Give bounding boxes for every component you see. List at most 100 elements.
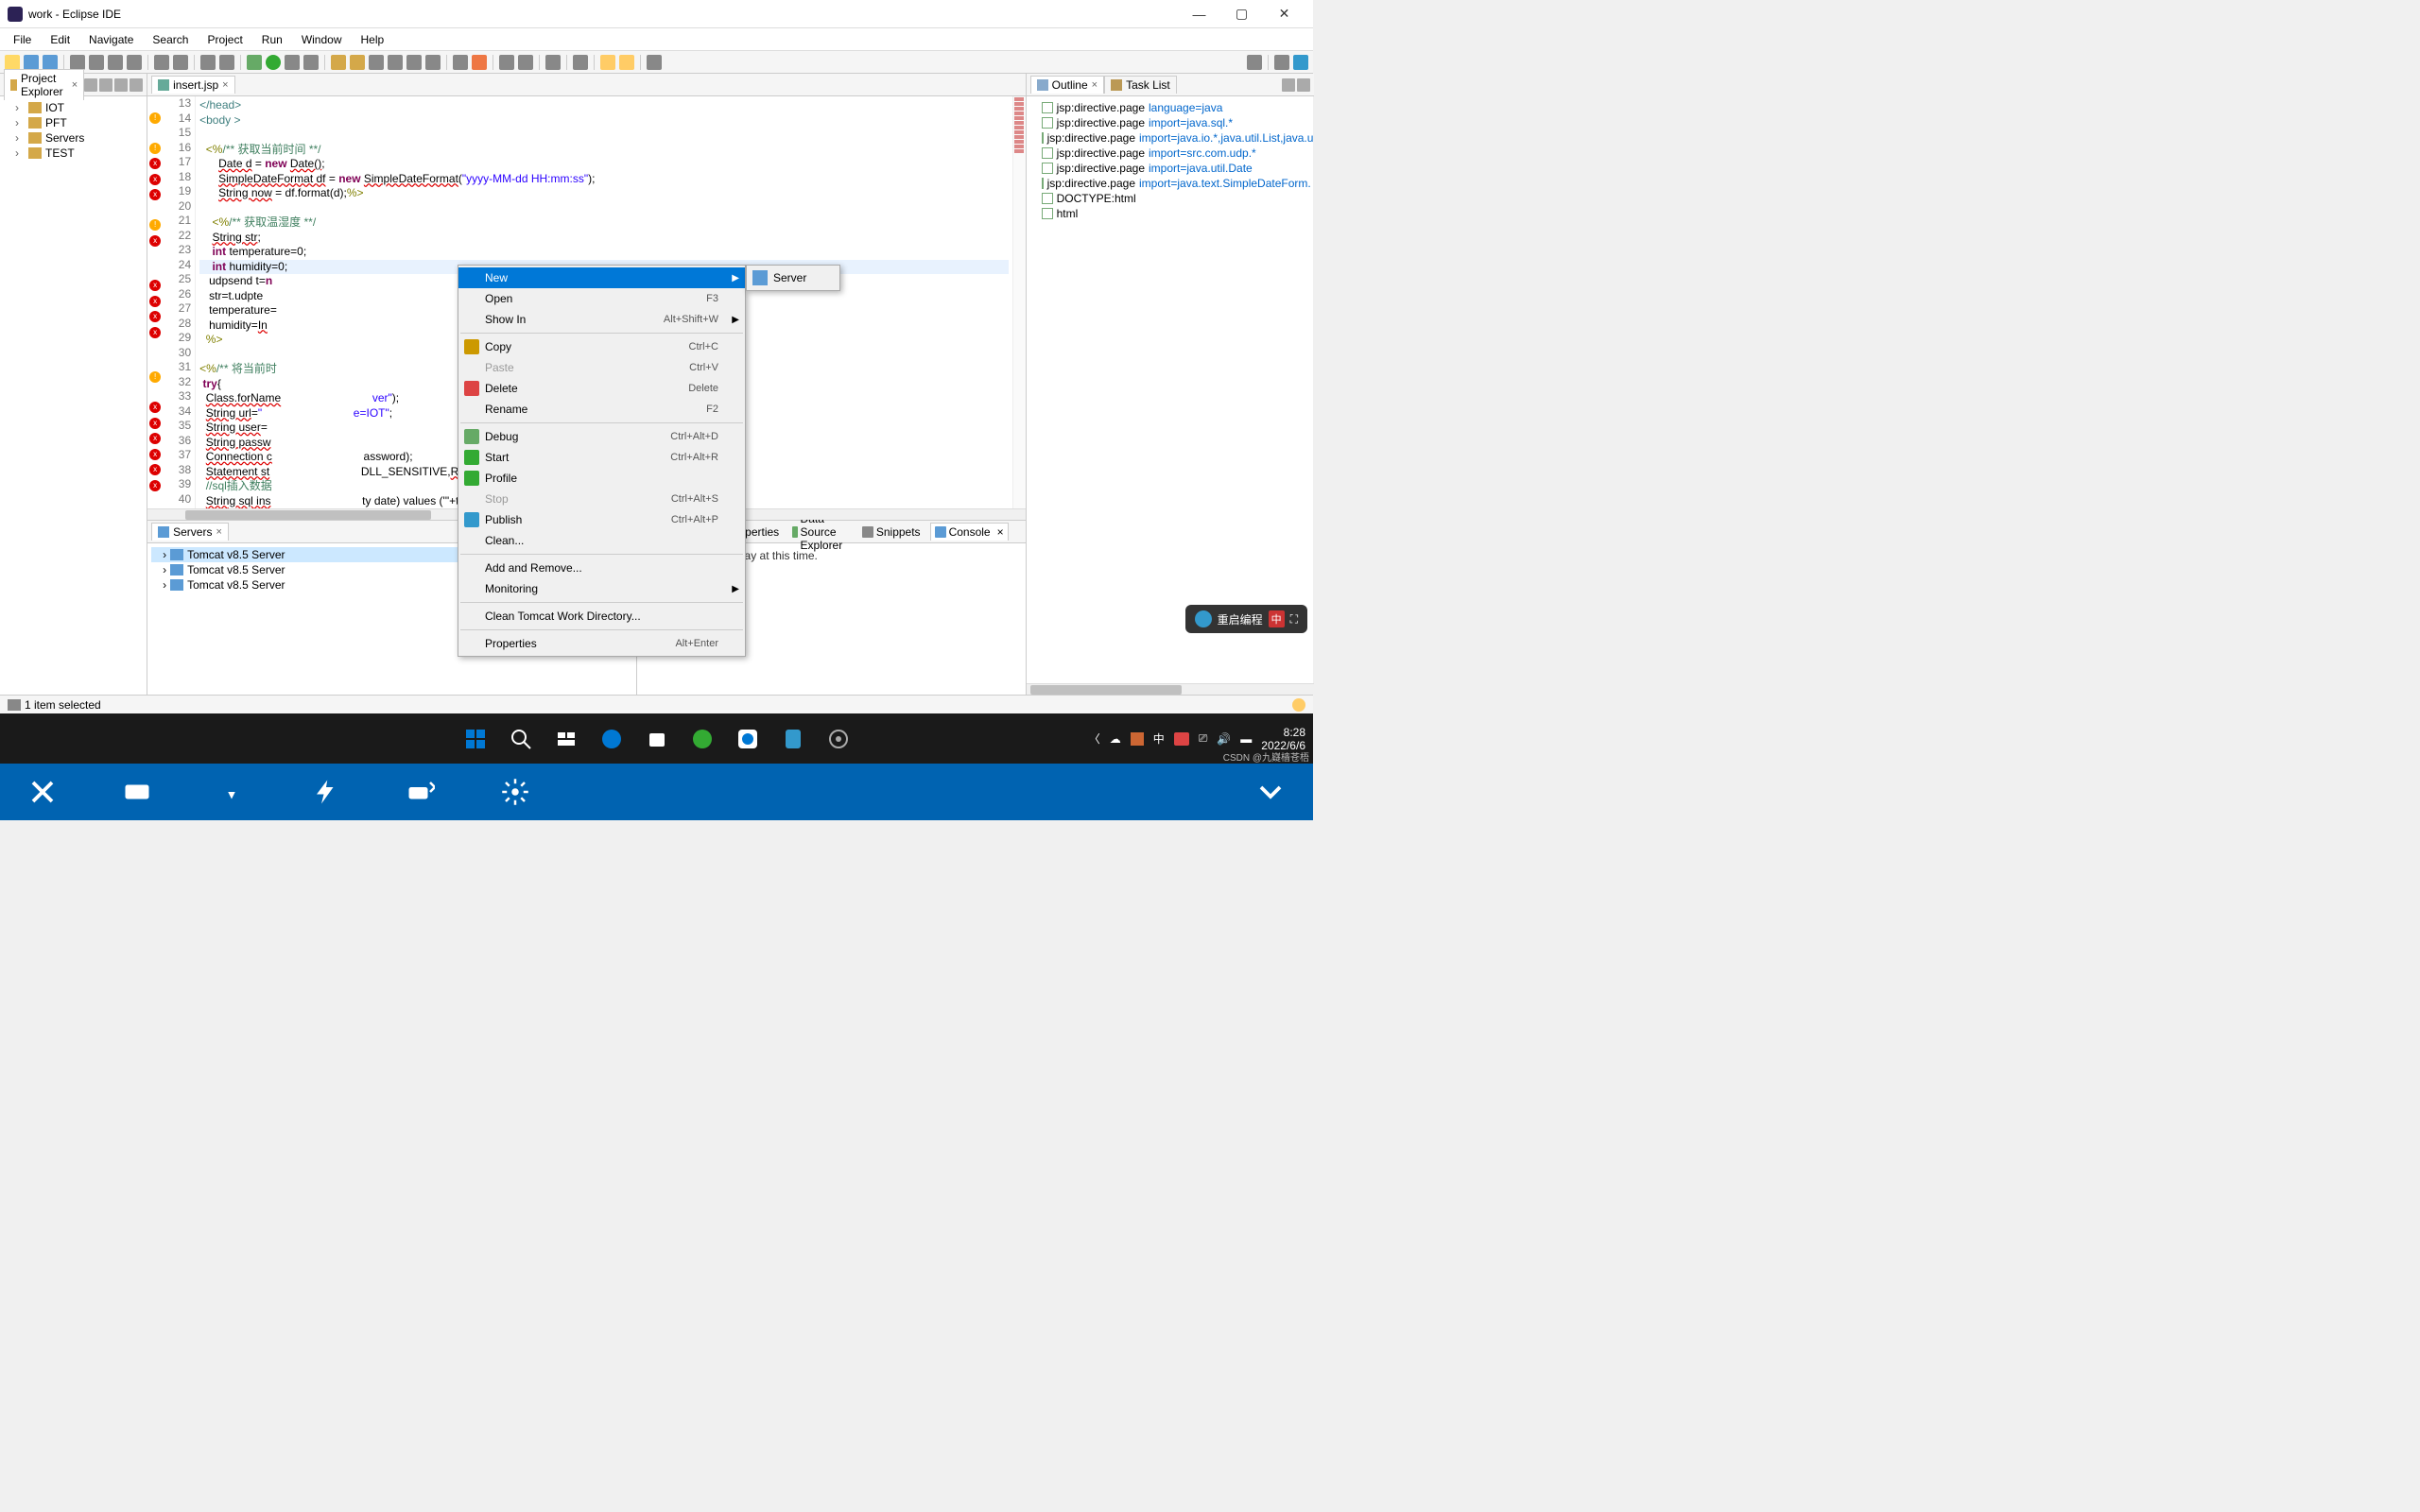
overview-ruler[interactable] (1012, 96, 1026, 508)
toolbar-icon[interactable] (331, 55, 346, 70)
touch-icon[interactable] (217, 778, 246, 806)
system-tray[interactable]: 〈 ☁ 中 ⎚ 🔊 ▬ 8:28 2022/6/6 (1089, 726, 1305, 752)
toolbar-icon[interactable] (453, 55, 468, 70)
menu-window[interactable]: Window (292, 30, 352, 49)
forward-icon[interactable] (619, 55, 634, 70)
ime-indicator[interactable]: 中 (1153, 730, 1165, 747)
menu-icon[interactable] (130, 78, 143, 92)
servers-tab[interactable]: Servers × (151, 523, 229, 541)
app-button[interactable] (683, 720, 721, 758)
close-icon[interactable]: × (222, 79, 228, 91)
console-tab[interactable]: Console× (930, 523, 1009, 541)
toolbar-icon[interactable] (350, 55, 365, 70)
outline-item[interactable]: html (1030, 206, 1310, 221)
menu-help[interactable]: Help (352, 30, 394, 49)
back-icon[interactable] (600, 55, 615, 70)
menu-navigate[interactable]: Navigate (79, 30, 143, 49)
submenu[interactable]: Server (746, 265, 840, 291)
menu-item[interactable]: DebugCtrl+Alt+D (458, 426, 745, 447)
app-button[interactable] (774, 720, 812, 758)
task-view-button[interactable] (547, 720, 585, 758)
menu-project[interactable]: Project (198, 30, 251, 49)
horizontal-scrollbar[interactable] (1027, 683, 1314, 695)
ime-icon[interactable] (1174, 732, 1189, 746)
chevron-up-icon[interactable]: 〈 (1089, 730, 1100, 747)
menu-item-server[interactable]: Server (747, 267, 839, 288)
task-list-tab[interactable]: Task List (1104, 76, 1177, 94)
maximize-view-icon[interactable] (1297, 78, 1310, 92)
menu-item[interactable]: Add and Remove... (458, 558, 745, 578)
toolbar-icon[interactable] (518, 55, 533, 70)
close-icon[interactable]: × (216, 526, 221, 538)
outline-item[interactable]: DOCTYPE:html (1030, 191, 1310, 206)
toolbar-icon[interactable] (108, 55, 123, 70)
toolbar-icon[interactable] (70, 55, 85, 70)
clock[interactable]: 8:28 2022/6/6 (1261, 726, 1305, 752)
battery-icon[interactable]: ▬ (1240, 732, 1252, 746)
chevron-down-icon[interactable] (1256, 778, 1285, 806)
menu-run[interactable]: Run (252, 30, 292, 49)
menu-item[interactable]: DeleteDelete (458, 378, 745, 399)
close-icon[interactable]: × (997, 525, 1004, 539)
expand-icon[interactable]: ⛶ (1290, 612, 1298, 627)
outline-item[interactable]: jsp:directive.page import=java.io.*,java… (1030, 130, 1310, 146)
outline-tab[interactable]: Outline × (1030, 76, 1104, 94)
gear-icon[interactable] (501, 778, 529, 806)
toolbar-icon[interactable] (173, 55, 188, 70)
menu-item[interactable]: OpenF3 (458, 288, 745, 309)
keyboard-icon[interactable] (123, 778, 151, 806)
close-icon[interactable] (28, 778, 57, 806)
menu-file[interactable]: File (4, 30, 41, 49)
toolbar-icon[interactable] (425, 55, 441, 70)
outline-item[interactable]: jsp:directive.page import=java.util.Date (1030, 161, 1310, 176)
keyboard-send-icon[interactable] (406, 778, 435, 806)
app-button[interactable] (820, 720, 857, 758)
menu-item[interactable]: RenameF2 (458, 399, 745, 420)
edge-button[interactable] (593, 720, 631, 758)
menu-item[interactable]: Monitoring▶ (458, 578, 745, 599)
run-icon[interactable] (266, 55, 281, 70)
outline-item[interactable]: jsp:directive.page import=java.sql.* (1030, 115, 1310, 130)
search-icon[interactable] (1247, 55, 1262, 70)
toolbar-icon[interactable] (406, 55, 422, 70)
maximize-button[interactable]: ▢ (1220, 1, 1263, 27)
minimize-view-icon[interactable] (1282, 78, 1295, 92)
menu-edit[interactable]: Edit (41, 30, 79, 49)
tip-icon[interactable] (1292, 698, 1305, 712)
toolbar-icon[interactable] (499, 55, 514, 70)
new-icon[interactable] (5, 55, 20, 70)
toolbar-icon[interactable] (573, 55, 588, 70)
menu-item[interactable]: PublishCtrl+Alt+P (458, 509, 745, 530)
app-button[interactable] (729, 720, 767, 758)
cloud-icon[interactable]: ☁ (1110, 732, 1121, 746)
toolbar-icon[interactable] (388, 55, 403, 70)
toolbar-icon[interactable] (545, 55, 561, 70)
perspective-icon[interactable] (1274, 55, 1289, 70)
minimize-button[interactable]: — (1178, 1, 1220, 27)
link-icon[interactable] (99, 78, 112, 92)
bolt-icon[interactable] (312, 778, 340, 806)
menu-item[interactable]: PropertiesAlt+Enter (458, 633, 745, 654)
store-button[interactable] (638, 720, 676, 758)
close-icon[interactable]: × (72, 79, 78, 91)
toolbar-icon[interactable] (285, 55, 300, 70)
toolbar-icon[interactable] (647, 55, 662, 70)
close-icon[interactable]: × (1092, 79, 1098, 91)
menu-item[interactable]: Profile (458, 468, 745, 489)
menu-item[interactable]: StartCtrl+Alt+R (458, 447, 745, 468)
outline-item[interactable]: jsp:directive.page language=java (1030, 100, 1310, 115)
menu-item[interactable]: New▶ (458, 267, 745, 288)
outline-item[interactable]: jsp:directive.page import=java.text.Simp… (1030, 176, 1310, 191)
editor-tab[interactable]: insert.jsp × (151, 76, 234, 94)
outline-tree[interactable]: jsp:directive.page language=javajsp:dire… (1027, 96, 1314, 225)
snippets-tab[interactable]: Snippets (858, 524, 925, 541)
debug-icon[interactable] (247, 55, 262, 70)
filter-icon[interactable] (114, 78, 128, 92)
outline-item[interactable]: jsp:directive.page import=src.com.udp.* (1030, 146, 1310, 161)
volume-icon[interactable]: 🔊 (1217, 732, 1231, 746)
toolbar-icon[interactable] (154, 55, 169, 70)
toolbar-icon[interactable] (89, 55, 104, 70)
context-menu[interactable]: New▶OpenF3Show InAlt+Shift+W▶CopyCtrl+CP… (458, 265, 746, 657)
toolbar-icon[interactable] (369, 55, 384, 70)
menu-item[interactable]: Clean... (458, 530, 745, 551)
